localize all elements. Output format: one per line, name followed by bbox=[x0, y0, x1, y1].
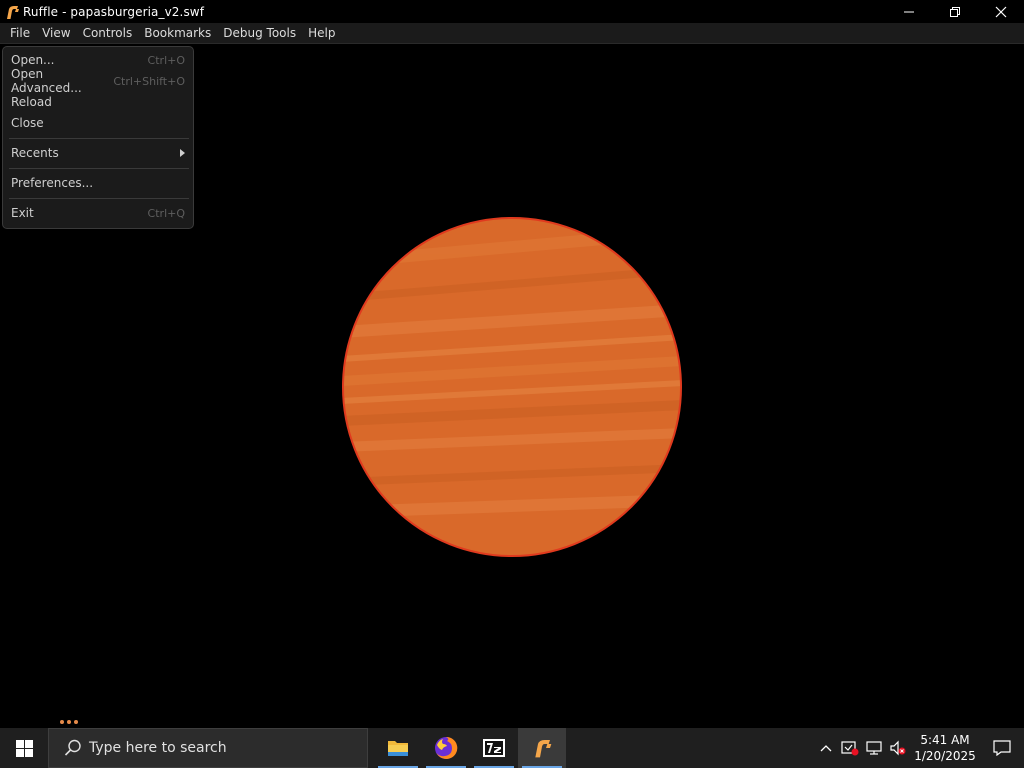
search-icon bbox=[59, 739, 87, 757]
menu-item-open-advanced[interactable]: Open Advanced... Ctrl+Shift+O bbox=[3, 67, 193, 95]
menu-item-close-label: Close bbox=[11, 116, 44, 130]
restore-button[interactable] bbox=[932, 0, 978, 23]
taskbar-app-7zip[interactable] bbox=[470, 728, 518, 768]
taskbar-app-ruffle[interactable] bbox=[518, 728, 566, 768]
title-bar[interactable]: Ruffle - papasburgeria_v2.swf bbox=[0, 0, 1024, 23]
close-button[interactable] bbox=[978, 0, 1024, 23]
tray-volume-button[interactable] bbox=[886, 728, 910, 768]
taskbar-app-file-explorer[interactable] bbox=[374, 728, 422, 768]
menu-item-open-shortcut: Ctrl+O bbox=[147, 53, 185, 67]
start-button[interactable] bbox=[0, 728, 48, 768]
clock-time: 5:41 AM bbox=[920, 733, 970, 747]
menu-item-recents-label: Recents bbox=[11, 146, 59, 160]
dot bbox=[60, 720, 64, 724]
menu-item-reload-label: Reload bbox=[11, 95, 52, 109]
taskbar: Type here to search 5:41 AM 1/20/2025 bbox=[0, 728, 1024, 768]
window-title: Ruffle - papasburgeria_v2.swf bbox=[23, 4, 205, 19]
menu-item-preferences-label: Preferences... bbox=[11, 176, 94, 190]
dot bbox=[67, 720, 71, 724]
file-explorer-icon bbox=[388, 741, 408, 756]
system-tray: 5:41 AM 1/20/2025 bbox=[814, 728, 1024, 768]
taskbar-clock[interactable]: 5:41 AM 1/20/2025 bbox=[910, 732, 980, 764]
restore-icon bbox=[950, 6, 960, 17]
notification-icon bbox=[993, 740, 1011, 756]
tray-security-button[interactable] bbox=[838, 728, 862, 768]
minimize-button[interactable] bbox=[886, 0, 932, 23]
menu-controls[interactable]: Controls bbox=[77, 23, 139, 44]
menu-help[interactable]: Help bbox=[302, 23, 341, 44]
show-hidden-icons-button[interactable] bbox=[814, 728, 838, 768]
menu-item-reload[interactable]: Reload bbox=[3, 92, 193, 112]
security-warning-icon bbox=[841, 741, 859, 756]
menu-item-recents[interactable]: Recents bbox=[3, 143, 193, 163]
submenu-arrow-icon bbox=[180, 149, 185, 157]
screen: Ruffle - papasburgeria_v2.swf File View bbox=[0, 0, 1024, 768]
menu-debug-tools[interactable]: Debug Tools bbox=[217, 23, 302, 44]
orange-ball-graphic bbox=[342, 217, 682, 557]
menu-item-close[interactable]: Close bbox=[3, 113, 193, 133]
file-menu-dropdown: Open... Ctrl+O Open Advanced... Ctrl+Shi… bbox=[2, 46, 194, 229]
clock-date: 1/20/2025 bbox=[914, 749, 976, 763]
volume-muted-icon bbox=[890, 740, 906, 756]
menu-separator bbox=[9, 168, 189, 169]
menu-item-preferences[interactable]: Preferences... bbox=[3, 173, 193, 193]
menu-separator bbox=[9, 198, 189, 199]
menu-bar: File View Controls Bookmarks Debug Tools… bbox=[0, 23, 1024, 44]
7zip-icon bbox=[483, 739, 505, 757]
minimize-icon bbox=[904, 11, 914, 12]
overflow-dots-icon[interactable] bbox=[60, 720, 78, 724]
menu-item-open-label: Open... bbox=[11, 53, 55, 67]
ruffle-icon bbox=[535, 740, 552, 758]
menu-file[interactable]: File bbox=[4, 23, 36, 44]
firefox-icon bbox=[435, 736, 458, 759]
close-icon bbox=[995, 6, 1007, 17]
taskbar-search-box[interactable]: Type here to search bbox=[48, 728, 368, 768]
chevron-up-icon bbox=[820, 745, 832, 752]
network-icon bbox=[866, 741, 882, 755]
windows-logo-icon bbox=[15, 739, 33, 757]
menu-view[interactable]: View bbox=[36, 23, 76, 44]
menu-separator bbox=[9, 138, 189, 139]
ruffle-app-icon bbox=[7, 5, 19, 19]
taskbar-app-firefox[interactable] bbox=[422, 728, 470, 768]
menu-item-exit[interactable]: Exit Ctrl+Q bbox=[3, 203, 193, 223]
menu-item-open-advanced-label: Open Advanced... bbox=[11, 67, 82, 95]
menu-item-open-advanced-shortcut: Ctrl+Shift+O bbox=[113, 74, 185, 88]
tray-network-button[interactable] bbox=[862, 728, 886, 768]
menu-item-exit-label: Exit bbox=[11, 206, 34, 220]
search-placeholder: Type here to search bbox=[89, 740, 227, 756]
window-controls bbox=[886, 0, 1024, 23]
dot bbox=[74, 720, 78, 724]
menu-item-exit-shortcut: Ctrl+Q bbox=[147, 206, 185, 220]
menu-bookmarks[interactable]: Bookmarks bbox=[138, 23, 217, 44]
notifications-button[interactable] bbox=[980, 728, 1024, 768]
